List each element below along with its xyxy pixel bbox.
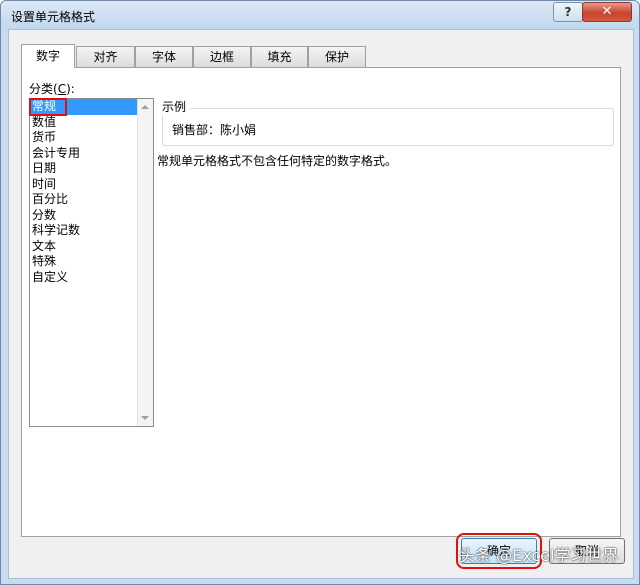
scroll-up-arrow-icon[interactable] bbox=[141, 105, 149, 109]
category-item-date[interactable]: 日期 bbox=[30, 161, 138, 177]
category-item-fraction[interactable]: 分数 bbox=[30, 208, 138, 224]
sample-value: 销售部：陈小娟 bbox=[172, 123, 257, 137]
category-listbox[interactable]: 常规 数值 货币 会计专用 日期 时间 百分比 分数 科学记数 文本 特殊 自定… bbox=[29, 98, 154, 427]
category-item-accounting[interactable]: 会计专用 bbox=[30, 146, 138, 162]
tab-number[interactable]: 数字 bbox=[21, 44, 75, 68]
category-item-time[interactable]: 时间 bbox=[30, 177, 138, 193]
format-cells-dialog: 设置单元格格式 ? ✕ 数字 对齐 字体 边框 填充 保护 分类(C): 常规 … bbox=[0, 0, 640, 585]
category-item-number[interactable]: 数值 bbox=[30, 115, 138, 131]
category-item-scientific[interactable]: 科学记数 bbox=[30, 223, 138, 239]
tab-border[interactable]: 边框 bbox=[193, 46, 251, 67]
tab-font[interactable]: 字体 bbox=[135, 46, 193, 67]
category-label: 分类(C): bbox=[29, 82, 75, 96]
tab-fill[interactable]: 填充 bbox=[251, 46, 308, 67]
category-list: 常规 数值 货币 会计专用 日期 时间 百分比 分数 科学记数 文本 特殊 自定… bbox=[29, 98, 138, 286]
scroll-down-arrow-icon[interactable] bbox=[141, 416, 149, 420]
format-description: 常规单元格格式不包含任何特定的数字格式。 bbox=[157, 154, 398, 168]
dialog-title: 设置单元格格式 bbox=[11, 10, 96, 24]
sample-legend: 示例 bbox=[162, 98, 191, 115]
dialog-body: 数字 对齐 字体 边框 填充 保护 分类(C): 常规 数值 货币 会计专用 日… bbox=[8, 29, 634, 579]
category-item-text[interactable]: 文本 bbox=[30, 239, 138, 255]
category-item-currency[interactable]: 货币 bbox=[30, 130, 138, 146]
category-scrollbar[interactable] bbox=[137, 99, 153, 426]
title-bar: 设置单元格格式 ? ✕ bbox=[1, 1, 639, 29]
help-button[interactable]: ? bbox=[553, 2, 583, 22]
close-button[interactable]: ✕ bbox=[582, 2, 632, 22]
category-item-custom[interactable]: 自定义 bbox=[30, 270, 138, 286]
tab-protection[interactable]: 保护 bbox=[308, 46, 366, 67]
number-tab-panel: 分类(C): 常规 数值 货币 会计专用 日期 时间 百分比 分数 科学记数 文… bbox=[21, 67, 621, 537]
watermark: 头条 @Excel学习世界 bbox=[459, 546, 619, 565]
tab-alignment[interactable]: 对齐 bbox=[76, 46, 135, 67]
category-item-general[interactable]: 常规 bbox=[29, 98, 67, 116]
category-item-special[interactable]: 特殊 bbox=[30, 254, 138, 270]
category-item-percentage[interactable]: 百分比 bbox=[30, 192, 138, 208]
